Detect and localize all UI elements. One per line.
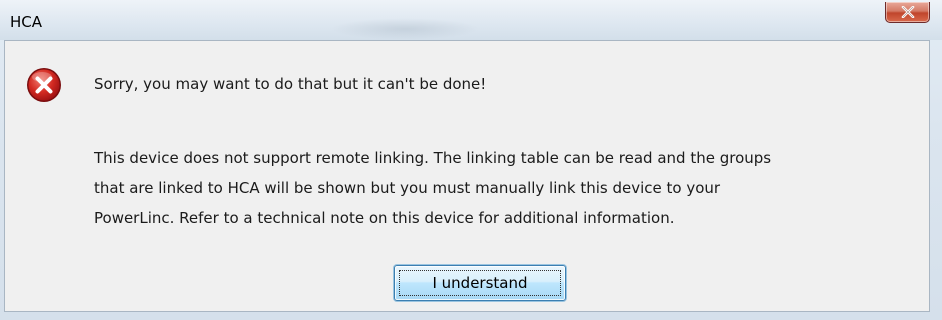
message-line: that are linked to HCA will be shown but…: [94, 179, 721, 197]
error-icon: [27, 68, 61, 102]
dialog-headline: Sorry, you may want to do that but it ca…: [94, 75, 487, 93]
focus-rectangle: [399, 270, 561, 296]
dialog-window: HCA Sorry, you may want to do that but i…: [0, 0, 942, 320]
close-button[interactable]: [885, 2, 930, 23]
i-understand-button[interactable]: I understand: [394, 265, 566, 301]
message-line: PowerLinc. Refer to a technical note on …: [94, 209, 675, 227]
close-icon: [901, 6, 914, 18]
dialog-message: This device does not support remote link…: [94, 143, 924, 233]
message-line: This device does not support remote link…: [94, 149, 772, 167]
window-title: HCA: [10, 13, 43, 31]
titlebar-glass-reflection: [330, 18, 480, 40]
title-bar[interactable]: HCA: [0, 0, 942, 40]
